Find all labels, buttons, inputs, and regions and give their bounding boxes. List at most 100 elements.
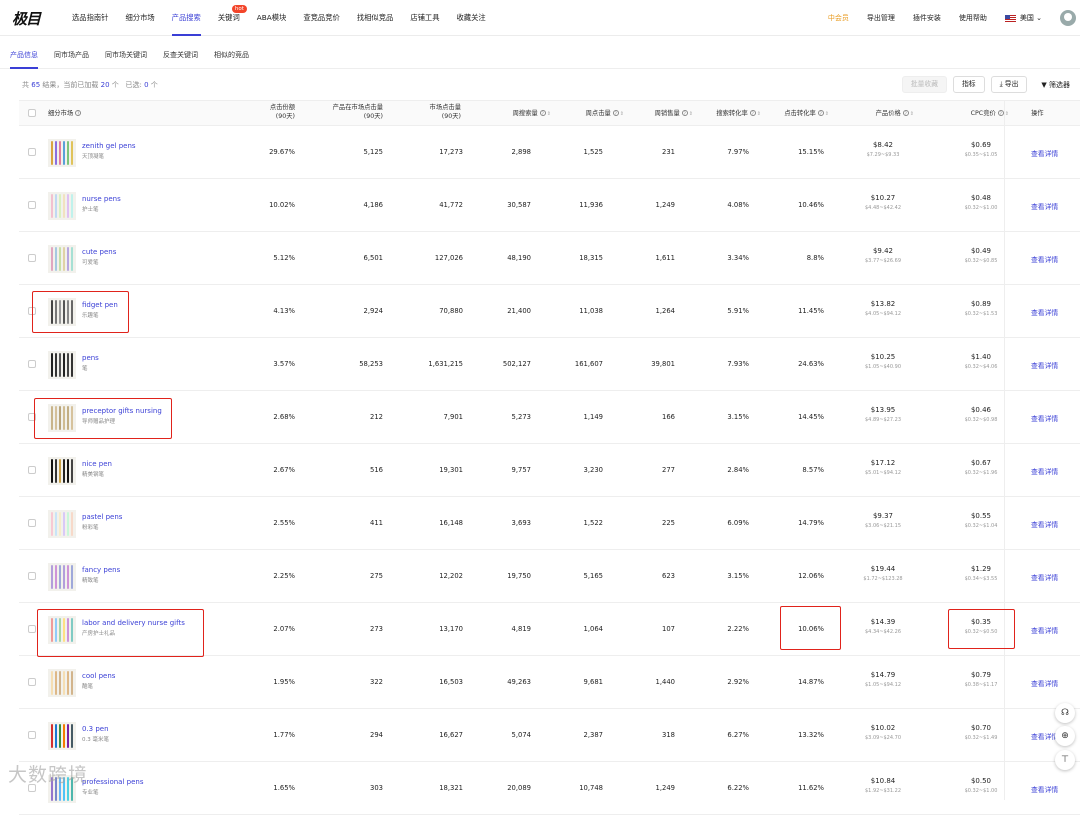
nav-item[interactable]: 收藏关注 — [457, 0, 486, 36]
cell-sconv: 2.84% — [727, 466, 749, 474]
row-checkbox[interactable] — [28, 678, 36, 686]
main-nav: 选品指南针 细分市场 产品搜索 关键词 hot ABA模块 查竞品竞价 找相似竞品 店铺工具 收藏… — [72, 0, 503, 36]
col-market-clicks[interactable]: 市场点击量 (90天) — [399, 103, 461, 121]
app-logo[interactable]: 极目 — [12, 8, 41, 29]
headset-icon[interactable]: ☊ — [1055, 703, 1075, 723]
col-click-conv[interactable]: 点击转化率? ⇕ — [759, 109, 829, 119]
market-name-cn: 酷笔 — [82, 684, 94, 690]
table-header: 细分市场? 点击份额 (90天) 产品在市场点击量 (90天) 市场点击量 (90天)… — [19, 100, 1080, 126]
market-name-link[interactable]: fancy pens — [82, 566, 120, 574]
table-row[interactable]: nurse pens 护士笔 10.02% 4,186 41,772 30,587 11,9… — [19, 179, 1080, 232]
view-detail-link[interactable]: 查看详情 — [1031, 201, 1058, 211]
col-weekly-clicks[interactable]: 周点击量? ⇕ — [559, 109, 624, 119]
row-checkbox[interactable] — [28, 466, 36, 474]
col-click-share[interactable]: 点击份额 (90天) — [235, 103, 295, 121]
view-detail-link[interactable]: 查看详情 — [1031, 678, 1058, 688]
table-row[interactable]: preceptor gifts nursing 导师赠品护理 2.68% 212 7,9… — [19, 391, 1080, 444]
row-checkbox[interactable] — [28, 625, 36, 633]
table-row[interactable]: fidget pen 乐趣笔 4.13% 2,924 70,880 21,400 11,03… — [19, 285, 1080, 338]
batch-collect-button[interactable]: 批量收藏 — [901, 76, 947, 93]
table-row[interactable]: pens 笔 3.57% 58,253 1,631,215 502,127 161,607 3… — [19, 338, 1080, 391]
export-button[interactable]: ⤓ 导出 — [990, 76, 1028, 93]
cpc-cell: $0.46 $0.32~$0.98 — [964, 406, 998, 423]
row-checkbox[interactable] — [28, 731, 36, 739]
row-checkbox[interactable] — [28, 201, 36, 209]
nav-item[interactable]: 找相似竞品 — [357, 0, 393, 36]
subtab[interactable]: 同市场关键词 — [105, 37, 147, 69]
table-row[interactable]: 0.3 pen 0.3 毫米笔 1.77% 294 16,627 5,074 2,387 31… — [19, 709, 1080, 762]
country-select[interactable]: 美国 ⌄ — [1004, 13, 1042, 23]
col-cpc[interactable]: CPC竞价? ⇕ — [934, 109, 1009, 119]
view-detail-link[interactable]: 查看详情 — [1031, 148, 1058, 158]
col-product-clicks[interactable]: 产品在市场点击量 (90天) — [303, 103, 383, 121]
subtab[interactable]: 反查关键词 — [163, 37, 198, 69]
select-all-checkbox[interactable] — [28, 109, 36, 117]
filter-button[interactable]: ▼ 筛选器 — [1041, 80, 1070, 90]
price-cell: $9.42 $3.77~$26.69 — [865, 247, 901, 264]
subtab[interactable]: 产品信息 — [10, 37, 38, 69]
nav-item[interactable]: 产品搜索 — [171, 0, 202, 36]
col-search-conv[interactable]: 搜索转化率? ⇕ — [691, 109, 761, 119]
help-link[interactable]: 使用帮助 — [959, 13, 987, 23]
col-weekly-sales[interactable]: 周销售量? ⇕ — [631, 109, 693, 119]
back-to-top-icon[interactable]: ⊤ — [1055, 750, 1075, 770]
nav-item[interactable]: 店铺工具 — [410, 0, 439, 36]
export-manage-link[interactable]: 导出管理 — [867, 13, 895, 23]
row-checkbox[interactable] — [28, 254, 36, 262]
subtab[interactable]: 同市场产品 — [54, 37, 89, 69]
nav-item[interactable]: 细分市场 — [125, 0, 154, 36]
cell-wsales: 1,249 — [655, 784, 675, 792]
view-detail-link[interactable]: 查看详情 — [1031, 307, 1058, 317]
market-name-link[interactable]: pastel pens — [82, 513, 122, 521]
row-checkbox[interactable] — [28, 360, 36, 368]
cell-wsearch: 2,898 — [511, 148, 531, 156]
view-detail-link[interactable]: 查看详情 — [1031, 254, 1058, 264]
col-price[interactable]: 产品价格? ⇕ — [839, 109, 914, 119]
plugin-install-link[interactable]: 插件安装 — [913, 13, 941, 23]
cell-wsales: 1,611 — [655, 254, 675, 262]
nav-item[interactable]: 选品指南针 — [72, 0, 108, 36]
table-row[interactable]: pastel pens 粉彩笔 2.55% 411 16,148 3,693 1,522 22… — [19, 497, 1080, 550]
table-row[interactable]: nice pen 精美钢笔 2.67% 516 19,301 9,757 3,230 277 2… — [19, 444, 1080, 497]
cpc-cell: $0.89 $0.32~$1.53 — [964, 300, 998, 317]
cell-mclicks: 16,503 — [439, 678, 463, 686]
nav-item[interactable]: 关键词 hot — [218, 0, 247, 36]
globe-icon[interactable]: ⊕ — [1055, 726, 1075, 746]
col-weekly-search[interactable]: 周搜索量? ⇕ — [481, 109, 551, 119]
table-row[interactable]: zenith gel pens 天顶凝笔 29.67% 5,125 17,273 2,89… — [19, 126, 1080, 179]
table-row[interactable]: cute pens 可爱笔 5.12% 6,501 127,026 48,190 18,31… — [19, 232, 1080, 285]
view-detail-link[interactable]: 查看详情 — [1031, 413, 1058, 423]
market-name-link[interactable]: nice pen — [82, 460, 112, 468]
market-name-link[interactable]: zenith gel pens — [82, 142, 136, 150]
subtab[interactable]: 相似的竞品 — [214, 37, 249, 69]
nav-item[interactable]: 查竞品竞价 — [303, 0, 339, 36]
row-checkbox[interactable] — [28, 148, 36, 156]
market-name-link[interactable]: pens — [82, 354, 99, 362]
view-detail-link[interactable]: 查看详情 — [1031, 519, 1058, 529]
cell-share: 2.67% — [273, 466, 295, 474]
view-detail-link[interactable]: 查看详情 — [1031, 360, 1058, 370]
market-name-link[interactable]: professional pens — [82, 778, 143, 786]
row-checkbox[interactable] — [28, 519, 36, 527]
table-row[interactable]: fancy pens 精致笔 2.25% 275 12,202 19,750 5,165 62… — [19, 550, 1080, 603]
nav-item[interactable]: ABA模块 — [257, 0, 287, 36]
view-detail-link[interactable]: 查看详情 — [1031, 784, 1058, 794]
cell-sconv: 6.27% — [727, 731, 749, 739]
market-name-link[interactable]: nurse pens — [82, 195, 121, 203]
table-row[interactable]: cool pens 酷笔 1.95% 322 16,503 49,263 9,681 1,44… — [19, 656, 1080, 709]
market-name-link[interactable]: cool pens — [82, 672, 115, 680]
metrics-button[interactable]: 指标 — [953, 76, 985, 93]
vip-badge[interactable]: 中会员 — [828, 13, 849, 23]
cpc-cell: $1.29 $0.34~$3.55 — [964, 565, 998, 582]
table-row[interactable]: professional pens 专业笔 1.65% 303 18,321 20,089… — [19, 762, 1080, 815]
row-checkbox[interactable] — [28, 572, 36, 580]
cpc-cell: $1.40 $0.32~$4.06 — [964, 353, 998, 370]
view-detail-link[interactable]: 查看详情 — [1031, 625, 1058, 635]
view-detail-link[interactable]: 查看详情 — [1031, 466, 1058, 476]
highlight-box — [37, 609, 204, 657]
view-detail-link[interactable]: 查看详情 — [1031, 572, 1058, 582]
market-name-link[interactable]: 0.3 pen — [82, 725, 109, 733]
right-nav: 中会员 导出管理 插件安装 使用帮助 美国 ⌄ — [828, 0, 1080, 36]
user-avatar[interactable] — [1060, 10, 1076, 26]
market-name-link[interactable]: cute pens — [82, 248, 116, 256]
